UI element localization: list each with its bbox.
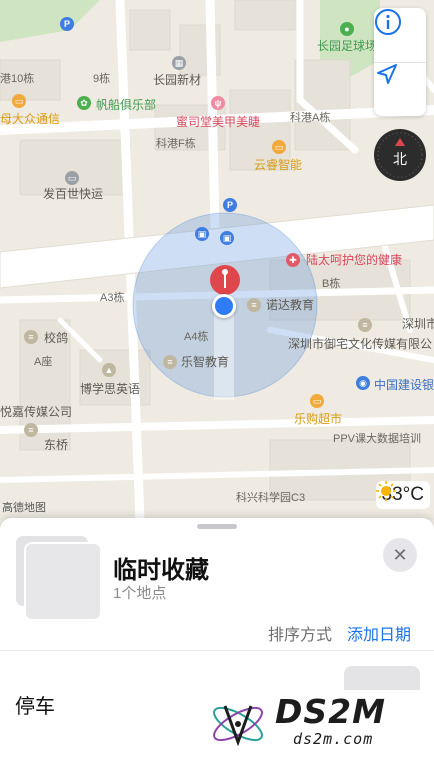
map-label-yuzhai[interactable]: 深圳市御宅文化传媒有限公 [288,338,432,351]
info-icon [375,9,401,35]
club-icon: ✿ [77,96,91,110]
building-icon: ▦ [172,56,186,70]
location-arrow-icon [377,64,397,84]
collection-title: 临时收藏 [113,557,209,584]
watermark-url: ds2m.com [293,730,374,748]
company-icon: ≡ [358,318,372,332]
parking-icon: P [223,198,237,212]
watermark-logo-icon [213,705,263,747]
map-label-dongqiao[interactable]: 东桥 [44,439,68,452]
map-controls [374,8,426,116]
map-label-b: B栋 [322,278,341,290]
map-label-ppv[interactable]: PPV课大数据培训 [333,433,421,446]
map-label-dazhong[interactable]: 母大众通信 [0,113,60,126]
sun-icon [375,481,396,501]
company-icon: ≡ [24,330,38,344]
map-label-fabaishi[interactable]: 发百世快运 [43,188,103,201]
collection-count: 1个地点 [113,585,167,602]
sheet-grabber[interactable] [197,524,237,529]
list-item-title[interactable]: 停车 [15,690,55,719]
company-icon: ▭ [65,171,79,185]
school-icon: ≡ [247,298,261,312]
map-view[interactable]: P P ▣ ▣ ▦ ● ✿ ▭ ψ ▭ ▭ ✚ ≡ ≡ ≡ ≡ ▲ ◉ ▭ ≡ … [0,0,434,520]
graduation-icon: ▲ [102,363,116,377]
map-label-a3: A3栋 [100,292,125,304]
school-icon: ≡ [163,355,177,369]
map-label-xiaoge[interactable]: 校鸽 [44,332,68,345]
close-button[interactable]: ✕ [383,538,417,572]
map-label-boxue[interactable]: 博学思英语 [80,383,140,396]
company-icon: ≡ [24,423,38,437]
map-label-mitang[interactable]: 蜜司堂美甲美睫 [176,116,260,129]
map-label-gangang-a: 科港A栋 [290,112,331,124]
map-label-kexing-c3: 科兴科学园C3 [236,492,306,504]
map-attribution: 高德地图 [2,502,46,514]
user-location-dot [212,294,236,318]
bank-icon: ◉ [356,376,370,390]
map-label-gangang-f: 科港F栋 [156,138,196,150]
sort-option-button[interactable]: 添加日期 [347,621,411,645]
map-label-lutai[interactable]: 陆太呵护您的健康 [306,254,402,267]
map-label-changyuan-xincai[interactable]: 长园新材 [153,74,201,87]
map-label-a4: A4栋 [184,331,209,343]
watermark: DS2M ds2m.com [197,690,434,757]
shop-icon: ▭ [12,94,26,108]
map-label-nuoda[interactable]: 诺达教育 [266,299,314,312]
map-label-changyuan-football[interactable]: 长园足球场 [317,40,377,53]
sort-label: 排序方式 [268,627,333,644]
map-label-azuo: A座 [34,356,53,368]
parking-icon: P [60,17,74,31]
map-label-yunrui[interactable]: 云睿智能 [254,159,302,172]
map-label-ccb[interactable]: 中国建设银 [374,379,434,392]
map-label-lezhi[interactable]: 乐智教育 [181,356,229,369]
football-icon: ● [340,22,354,36]
bus-stop-icon: ▣ [195,227,209,241]
info-button[interactable] [374,8,426,62]
supermarket-icon: ▭ [310,394,324,408]
compass-button[interactable]: 北 [374,129,426,181]
collection-thumbnail [24,542,102,621]
bus-stop-icon: ▣ [220,231,234,245]
divider [0,650,434,651]
compass-label: 北 [393,151,407,167]
health-icon: ✚ [286,253,300,267]
beauty-icon: ψ [211,96,225,110]
map-label-yuejia[interactable]: 悦嘉传媒公司 [0,406,72,419]
locate-button[interactable] [374,62,426,116]
close-icon: ✕ [392,544,408,565]
map-label-legou[interactable]: 乐购超市 [294,413,342,426]
map-label-fanchuan[interactable]: 帆船俱乐部 [96,99,156,112]
weather-badge[interactable]: 33°C [375,481,430,509]
map-label-gangang10: 港10栋 [0,73,35,85]
map-label-shenzhen-right[interactable]: 深圳市 [402,318,434,331]
map-label-bldg9: 9栋 [93,73,111,85]
company-icon: ▭ [272,140,286,154]
watermark-text: DS2M [275,692,386,731]
collection-sheet[interactable]: 临时收藏 1个地点 ✕ 排序方式 添加日期 停车 DS2M ds2m.com [0,518,434,757]
